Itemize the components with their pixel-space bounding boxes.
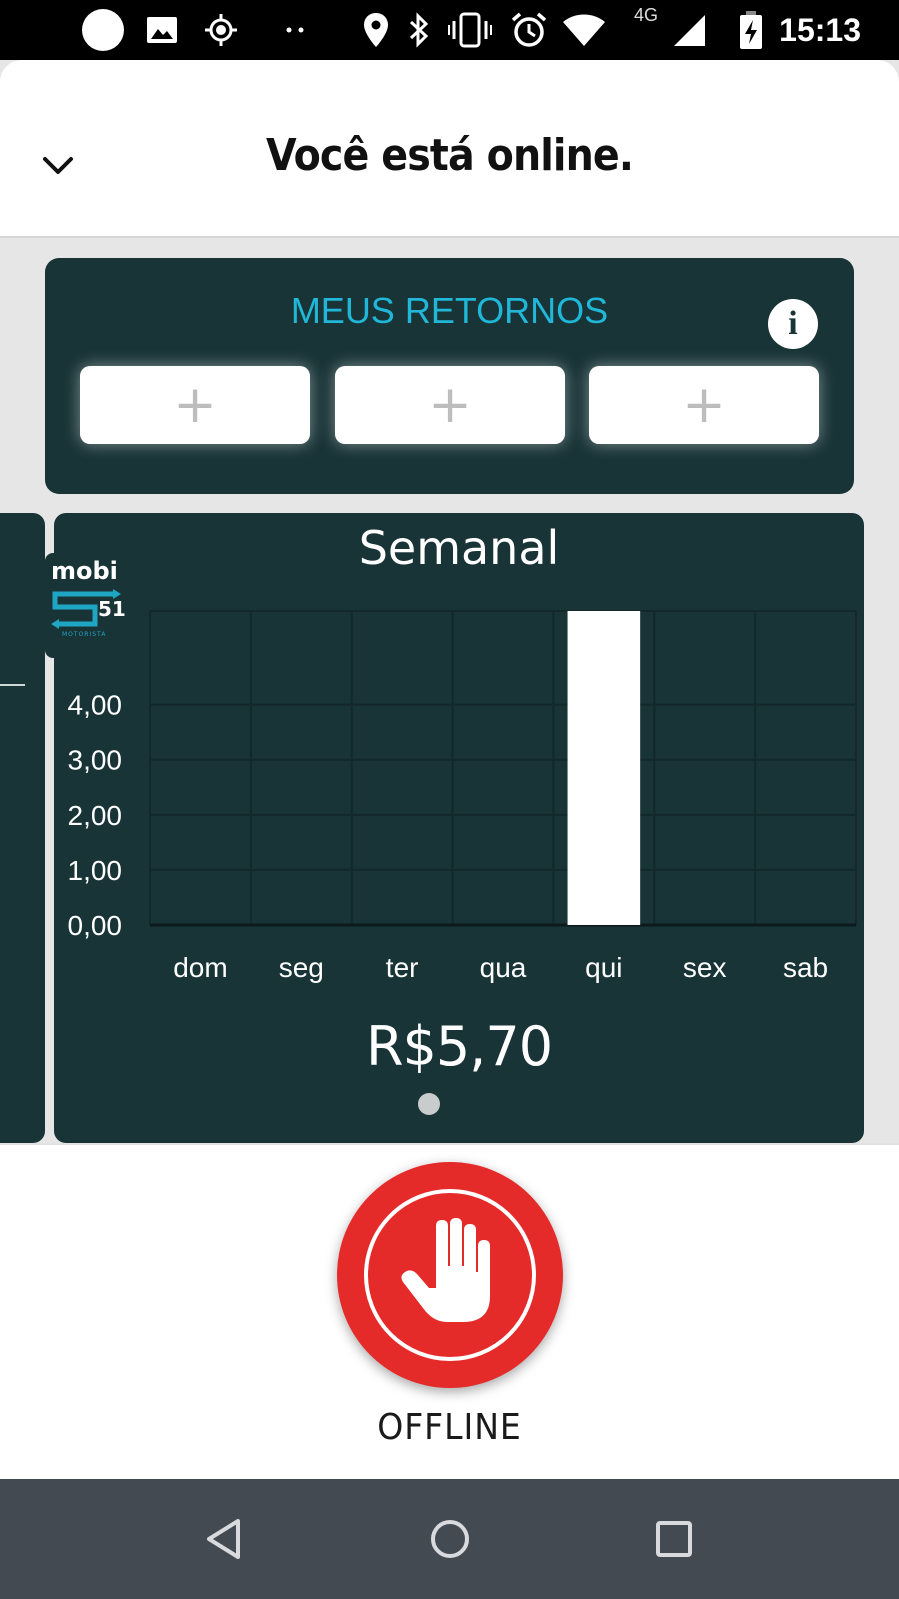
- y-tick-label: 2,00: [68, 800, 123, 831]
- system-nav-bar: [0, 1479, 899, 1599]
- x-tick-label: qui: [585, 952, 622, 983]
- gps-icon: [204, 0, 238, 60]
- y-tick-label: 0,00: [68, 910, 123, 941]
- logo-subtitle: MOTORISTA: [62, 631, 107, 638]
- recents-square-icon[interactable]: [644, 1509, 704, 1569]
- home-circle-icon[interactable]: [420, 1509, 480, 1569]
- info-icon[interactable]: i: [768, 299, 818, 349]
- page-title: Você está online.: [265, 130, 634, 181]
- wifi-icon: [562, 0, 606, 60]
- more-dots-icon: [284, 0, 308, 60]
- y-tick-label: 1,00: [68, 855, 123, 886]
- location-icon: [362, 0, 390, 60]
- logo-brand: mobi: [51, 557, 118, 585]
- bar-qui: [567, 611, 641, 925]
- offline-label: OFFLINE: [377, 1407, 522, 1448]
- signal-icon: [672, 0, 706, 60]
- status-time: 15:13: [779, 11, 861, 48]
- x-tick-label: qua: [480, 952, 527, 983]
- offline-toggle-button[interactable]: [337, 1162, 563, 1388]
- header: Você está online.: [0, 60, 899, 238]
- y-tick-label: 3,00: [68, 745, 123, 776]
- y-tick-label: 4,00: [68, 690, 123, 721]
- x-tick-label: ter: [386, 952, 419, 983]
- vibrate-icon: [448, 0, 492, 60]
- status-bar: 4G 15:13: [0, 0, 899, 60]
- x-tick-label: sab: [783, 952, 828, 983]
- hand-stop-icon: [401, 1218, 490, 1322]
- network-type: 4G: [633, 4, 658, 25]
- add-return-slot-1[interactable]: +: [80, 366, 310, 444]
- app-root: 4G 15:13 Você está online. MEUS RETORNOS…: [0, 0, 899, 1599]
- alarm-icon: [510, 0, 548, 60]
- logo-number: 51: [98, 597, 126, 621]
- circle-icon: [82, 9, 124, 51]
- image-icon: [146, 0, 178, 60]
- weekly-chart-card[interactable]: Semanal 0,00 1,00 2,00 3,00 4,00 dom seg ter qua…: [54, 513, 864, 1143]
- pager-dot[interactable]: [418, 1093, 440, 1115]
- x-tick-label: dom: [173, 952, 227, 983]
- previous-page-card[interactable]: [0, 513, 45, 1143]
- weekly-total: R$5,70: [365, 1015, 553, 1078]
- returns-card: MEUS RETORNOS i + + +: [45, 258, 854, 494]
- mobi51-logo: mobi 51 MOTORISTA: [45, 553, 129, 658]
- x-tick-label: seg: [279, 952, 324, 983]
- returns-title: MEUS RETORNOS: [290, 290, 609, 331]
- x-tick-label: sex: [683, 952, 727, 983]
- add-return-slot-3[interactable]: +: [589, 366, 819, 444]
- bluetooth-icon: [406, 0, 432, 60]
- back-triangle-icon[interactable]: [195, 1509, 255, 1569]
- add-return-slot-2[interactable]: +: [335, 366, 565, 444]
- peek-divider: [0, 684, 25, 686]
- battery-charging-icon: [738, 0, 764, 60]
